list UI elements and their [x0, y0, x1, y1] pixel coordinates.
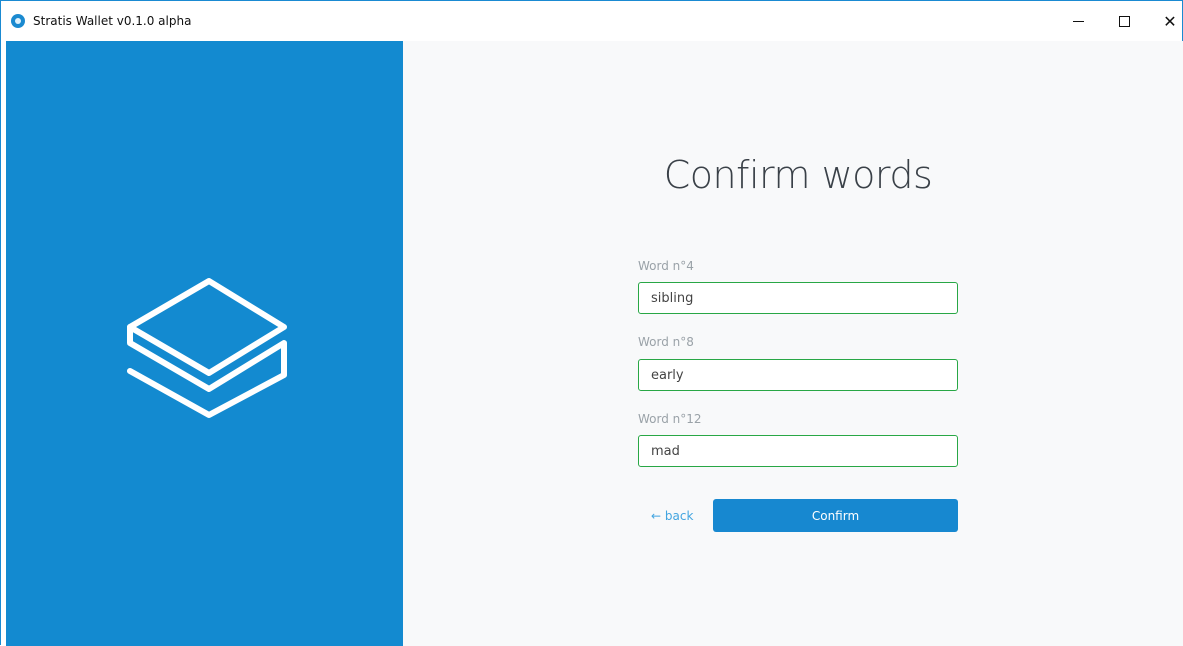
content-panel: Confirm words Word n°4 Word n°8 Word n°1…	[403, 41, 1183, 646]
app-window: Stratis Wallet v0.1.0 alpha ✕ Confirm wo…	[0, 0, 1183, 646]
minimize-icon	[1072, 20, 1084, 22]
minimize-button[interactable]	[1055, 1, 1101, 41]
title-bar[interactable]: Stratis Wallet v0.1.0 alpha ✕	[1, 1, 1182, 41]
word-8-label: Word n°8	[638, 335, 694, 349]
stratis-icon	[11, 14, 25, 28]
word-12-label: Word n°12	[638, 412, 702, 426]
confirm-button[interactable]: Confirm	[713, 499, 958, 532]
word-4-input[interactable]	[638, 282, 958, 314]
window-title: Stratis Wallet v0.1.0 alpha	[33, 14, 192, 28]
word-12-input[interactable]	[638, 435, 958, 467]
word-4-label: Word n°4	[638, 259, 694, 273]
close-icon: ✕	[1163, 11, 1177, 31]
maximize-icon	[1118, 15, 1130, 27]
branding-panel	[6, 41, 403, 646]
page-title: Confirm words	[663, 153, 933, 197]
back-link[interactable]: ← back	[651, 509, 693, 523]
word-8-input[interactable]	[638, 359, 958, 391]
stratis-logo	[127, 278, 287, 418]
close-button[interactable]: ✕	[1147, 1, 1183, 41]
maximize-button[interactable]	[1101, 1, 1147, 41]
